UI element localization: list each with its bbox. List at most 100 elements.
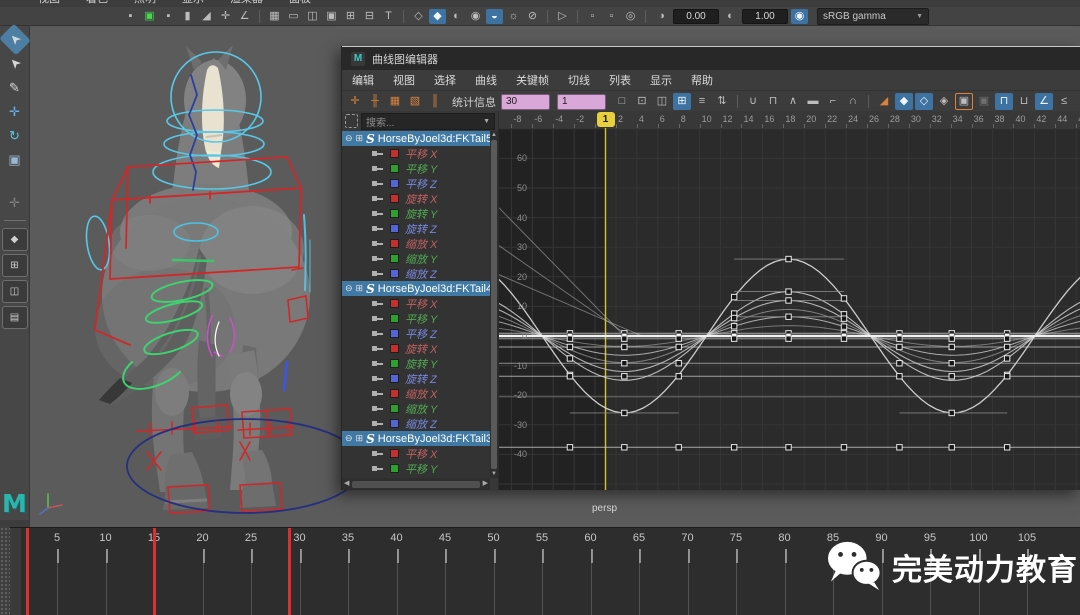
four-pane-layout-button[interactable]: ⊞ <box>2 254 28 277</box>
plateau-tangents-icon[interactable]: ∩ <box>844 93 862 110</box>
channel-row[interactable]: 旋转 X <box>342 341 490 356</box>
image-plane-icon[interactable]: ◢ <box>198 9 215 24</box>
collapse-icon[interactable]: ⊖ <box>345 433 353 444</box>
menu-item[interactable]: 列表 <box>609 72 631 88</box>
exposure-field[interactable]: 0.00 <box>673 9 719 24</box>
use-all-lights-icon[interactable]: ◉ <box>467 9 484 24</box>
channel-row[interactable]: 缩放 Y <box>342 401 490 416</box>
paint-select-tool-icon[interactable]: ✎ <box>3 77 27 98</box>
channel-row[interactable]: 平移 Y <box>342 461 490 476</box>
timeline-grip[interactable] <box>0 527 10 615</box>
swap-buffer-curve-icon[interactable]: ▣ <box>975 93 993 110</box>
view-transform-dropdown[interactable]: sRGB gamma ▼ <box>817 8 929 25</box>
xray-joints-icon[interactable]: ▫ <box>603 9 620 24</box>
field-chart-icon[interactable]: ⊞ <box>342 9 359 24</box>
menu-item[interactable]: 帮助 <box>691 72 713 88</box>
break-tangents-icon[interactable]: ⊓ <box>995 93 1013 110</box>
gamma-field[interactable]: 1.00 <box>742 9 788 24</box>
channel-row[interactable]: 缩放 X <box>342 386 490 401</box>
stacked-curves-icon[interactable]: ≡ <box>693 93 711 110</box>
channel-row[interactable]: 平移 Y <box>342 161 490 176</box>
stats-time-field[interactable]: 30 <box>501 94 550 110</box>
graph-editor-titlebar[interactable]: M 曲线图编辑器 <box>342 46 1080 70</box>
single-pane-layout-button[interactable]: ◆ <box>2 228 28 251</box>
two-pane-layout-button[interactable]: ◫ <box>2 280 28 303</box>
menu-item[interactable]: 曲线 <box>475 72 497 88</box>
channel-row[interactable]: 平移 X <box>342 446 490 461</box>
panel-menu-item[interactable]: 照明 <box>134 0 156 7</box>
time-ruler[interactable]: -8-6-4-202468101214161820222426283032343… <box>499 111 1080 129</box>
rotate-tool-icon[interactable]: ↻ <box>3 125 27 146</box>
collapse-icon[interactable]: ⊖ <box>345 283 353 294</box>
timeline-key-marker[interactable] <box>26 528 29 615</box>
vertical-scrollbar-thumb[interactable] <box>491 140 497 469</box>
scale-tool-icon[interactable]: ▣ <box>3 149 27 170</box>
channel-row[interactable]: 旋转 Y <box>342 206 490 221</box>
record-viewport-icon[interactable]: ▣ <box>141 9 158 24</box>
safe-title-icon[interactable]: T <box>380 9 397 24</box>
wireframe-icon[interactable]: ◇ <box>410 9 427 24</box>
channel-row[interactable]: 旋转 Z <box>342 371 490 386</box>
expand-icon[interactable]: ⊞ <box>356 133 364 144</box>
expand-icon[interactable]: ⊞ <box>356 433 364 444</box>
film-gate-icon[interactable]: ▭ <box>285 9 302 24</box>
panel-menu-item[interactable]: 渲染器 <box>230 0 263 7</box>
grid-icon[interactable]: ▦ <box>266 9 283 24</box>
lattice-deform-keys-icon[interactable]: ▦ <box>386 93 404 110</box>
horizontal-scrollbar-thumb[interactable] <box>352 481 479 488</box>
timeline-key-marker[interactable] <box>153 528 156 615</box>
auto-frame-icon[interactable]: ⊞ <box>673 93 691 110</box>
move-nearest-picked-key-icon[interactable]: ✛ <box>346 93 364 110</box>
scroll-up-icon[interactable]: ▲ <box>491 131 497 139</box>
ambient-occlusion-icon[interactable]: ☼ <box>505 9 522 24</box>
menu-item[interactable]: 显示 <box>650 72 672 88</box>
textured-icon[interactable]: ◐ <box>448 9 465 24</box>
panel-menu-item[interactable]: 着色 <box>86 0 108 7</box>
extra-camera-icon[interactable]: ▪ <box>160 9 177 24</box>
panel-menu-item[interactable]: 显示 <box>182 0 204 7</box>
vertical-scrollbar[interactable]: ▲ ▼ <box>490 131 498 478</box>
outliner-node-row[interactable]: ⊖⊞SHorseByJoel3d:FKTail3_M <box>342 431 490 446</box>
panel-menu-item[interactable]: 视图 <box>38 0 60 7</box>
frame-all-icon[interactable]: □ <box>613 93 631 110</box>
stats-value-field[interactable]: 1 <box>557 94 606 110</box>
menu-item[interactable]: 切线 <box>568 72 590 88</box>
move-tool-icon[interactable]: ✛ <box>3 101 27 122</box>
exposure-icon[interactable]: ◑ <box>653 9 670 24</box>
outliner-node-row[interactable]: ⊖⊞SHorseByJoel3d:FKTail5_M <box>342 131 490 146</box>
retime-tool-icon[interactable]: ║ <box>426 93 444 110</box>
motion-blur-icon[interactable]: ⊘ <box>524 9 541 24</box>
curve-plot[interactable] <box>499 128 1080 490</box>
universal-manipulator-icon[interactable]: ✛ <box>3 192 27 213</box>
shadows-icon[interactable]: ◒ <box>486 9 503 24</box>
bookmark-icon[interactable]: ▮ <box>179 9 196 24</box>
center-current-time-icon[interactable]: ◫ <box>653 93 671 110</box>
channel-row[interactable]: 平移 Y <box>342 311 490 326</box>
menu-item[interactable]: 关键帧 <box>516 72 549 88</box>
lasso-tool-icon[interactable]: ➤ <box>0 48 30 80</box>
flat-tangents-icon[interactable]: ▬ <box>804 93 822 110</box>
expand-icon[interactable]: ⊞ <box>356 283 364 294</box>
gamma-toggle-icon[interactable]: ◉ <box>791 9 808 24</box>
channel-row[interactable]: 平移 X <box>342 296 490 311</box>
spline-toggle-icon[interactable]: ◇ <box>915 93 933 110</box>
current-time-marker[interactable]: 1 <box>597 112 615 127</box>
collapse-icon[interactable]: ⊖ <box>345 133 353 144</box>
channel-row[interactable]: 缩放 Z <box>342 416 490 431</box>
normalize-icon[interactable]: ⇅ <box>713 93 731 110</box>
unify-tangents-icon[interactable]: ⊔ <box>1015 93 1033 110</box>
clamped-tangents-icon[interactable]: ⊓ <box>764 93 782 110</box>
insert-keys-icon[interactable]: ╫ <box>366 93 384 110</box>
menu-item[interactable]: 编辑 <box>352 72 374 88</box>
exposure-adjust-icon[interactable]: ◎ <box>622 9 639 24</box>
search-input[interactable]: 搜索... ▼ <box>361 113 495 130</box>
contrast-icon[interactable]: ◐ <box>722 9 739 24</box>
region-tool-icon[interactable]: ▧ <box>406 93 424 110</box>
frame-playback-range-icon[interactable]: ⊡ <box>633 93 651 110</box>
outliner-pane-layout-button[interactable]: ▤ <box>2 306 28 329</box>
scroll-down-icon[interactable]: ▼ <box>491 470 497 478</box>
default-in-tangent-icon[interactable]: ◢ <box>875 93 893 110</box>
channel-row[interactable]: 旋转 Y <box>342 356 490 371</box>
timeline-key-marker[interactable] <box>288 528 291 615</box>
spline-tangents-icon[interactable]: ∪ <box>744 93 762 110</box>
